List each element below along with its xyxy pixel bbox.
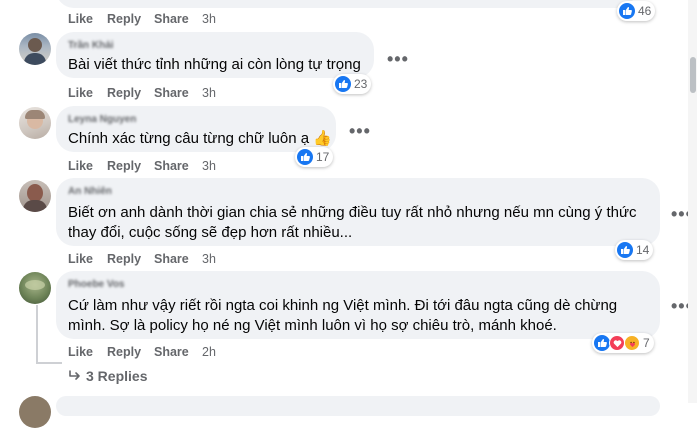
like-link[interactable]: Like xyxy=(68,86,93,100)
reaction-count[interactable]: 7 xyxy=(592,333,654,353)
reply-link[interactable]: Reply xyxy=(107,345,141,359)
thread-line xyxy=(36,362,62,364)
reaction-count[interactable]: 23 xyxy=(333,74,372,94)
comment-text: mình. Sợ là policy họ né ng Việt mình lu… xyxy=(68,317,557,334)
replies-count-label: 3 Replies xyxy=(86,368,148,384)
reply-link[interactable]: Reply xyxy=(107,12,141,26)
comment-bubble: Trần Khải Bài viết thức tỉnh những ai cò… xyxy=(56,32,374,78)
like-icon xyxy=(335,76,351,92)
timestamp[interactable]: 3h xyxy=(202,86,216,100)
scrollbar[interactable] xyxy=(688,0,697,403)
comment-text: Cứ làm như vậy riết rồi ngta coi khinh n… xyxy=(68,297,618,314)
like-link[interactable]: Like xyxy=(68,159,93,173)
comment-text: Chính xác từng câu từng chữ luôn ạ 👍 xyxy=(68,130,332,147)
comment-text: Bài viết thức tỉnh những ai còn lòng tự … xyxy=(68,56,361,73)
reaction-count[interactable]: 17 xyxy=(295,147,334,167)
reply-link[interactable]: Reply xyxy=(107,86,141,100)
like-link[interactable]: Like xyxy=(68,345,93,359)
like-icon xyxy=(617,242,633,258)
comment-author[interactable]: Leyna Nguyen xyxy=(68,114,136,125)
share-link[interactable]: Share xyxy=(154,252,189,266)
comment-text: Biết ơn anh dành thời gian chia sẻ những… xyxy=(68,204,637,221)
share-link[interactable]: Share xyxy=(154,159,189,173)
like-link[interactable]: Like xyxy=(68,12,93,26)
share-link[interactable]: Share xyxy=(154,86,189,100)
comment-bubble xyxy=(56,0,636,8)
comment-text: thay đổi, cuộc sống sẽ đẹp hơn rất nhiều… xyxy=(68,224,353,241)
avatar[interactable] xyxy=(19,272,51,304)
avatar[interactable] xyxy=(19,107,51,139)
timestamp[interactable]: 3h xyxy=(202,252,216,266)
reply-link[interactable]: Reply xyxy=(107,252,141,266)
timestamp[interactable]: 2h xyxy=(202,345,216,359)
comment-bubble: Phoebe Vos Cứ làm như vậy riết rồi ngta … xyxy=(56,271,660,339)
share-link[interactable]: Share xyxy=(154,345,189,359)
like-icon xyxy=(594,335,610,351)
reply-link[interactable]: Reply xyxy=(107,159,141,173)
timestamp[interactable]: 3h xyxy=(202,159,216,173)
share-link[interactable]: Share xyxy=(154,12,189,26)
more-horizontal-icon[interactable]: ••• xyxy=(387,50,409,68)
reaction-count[interactable]: 46 xyxy=(617,1,656,21)
love-icon xyxy=(609,335,625,351)
like-icon xyxy=(619,3,635,19)
scrollbar-thumb[interactable] xyxy=(690,57,696,93)
like-icon xyxy=(297,149,313,165)
reaction-count[interactable]: 14 xyxy=(615,240,654,260)
more-horizontal-icon[interactable]: ••• xyxy=(349,122,371,140)
comment-bubble xyxy=(56,396,660,416)
care-icon xyxy=(624,335,640,351)
thread-line xyxy=(36,305,38,363)
comment-bubble: An Nhiên Biết ơn anh dành thời gian chia… xyxy=(56,178,660,246)
avatar[interactable] xyxy=(19,33,51,65)
comment-author[interactable]: Trần Khải xyxy=(68,40,114,51)
timestamp[interactable]: 3h xyxy=(202,12,216,26)
reply-arrow-icon xyxy=(69,370,80,380)
avatar[interactable] xyxy=(19,396,51,428)
comment-author[interactable]: An Nhiên xyxy=(68,186,112,197)
view-replies-link[interactable]: 3 Replies xyxy=(68,368,147,384)
comment-author[interactable]: Phoebe Vos xyxy=(68,279,125,290)
like-link[interactable]: Like xyxy=(68,252,93,266)
comment-bubble: Leyna Nguyen Chính xác từng câu từng chữ… xyxy=(56,106,336,152)
avatar[interactable] xyxy=(19,180,51,212)
